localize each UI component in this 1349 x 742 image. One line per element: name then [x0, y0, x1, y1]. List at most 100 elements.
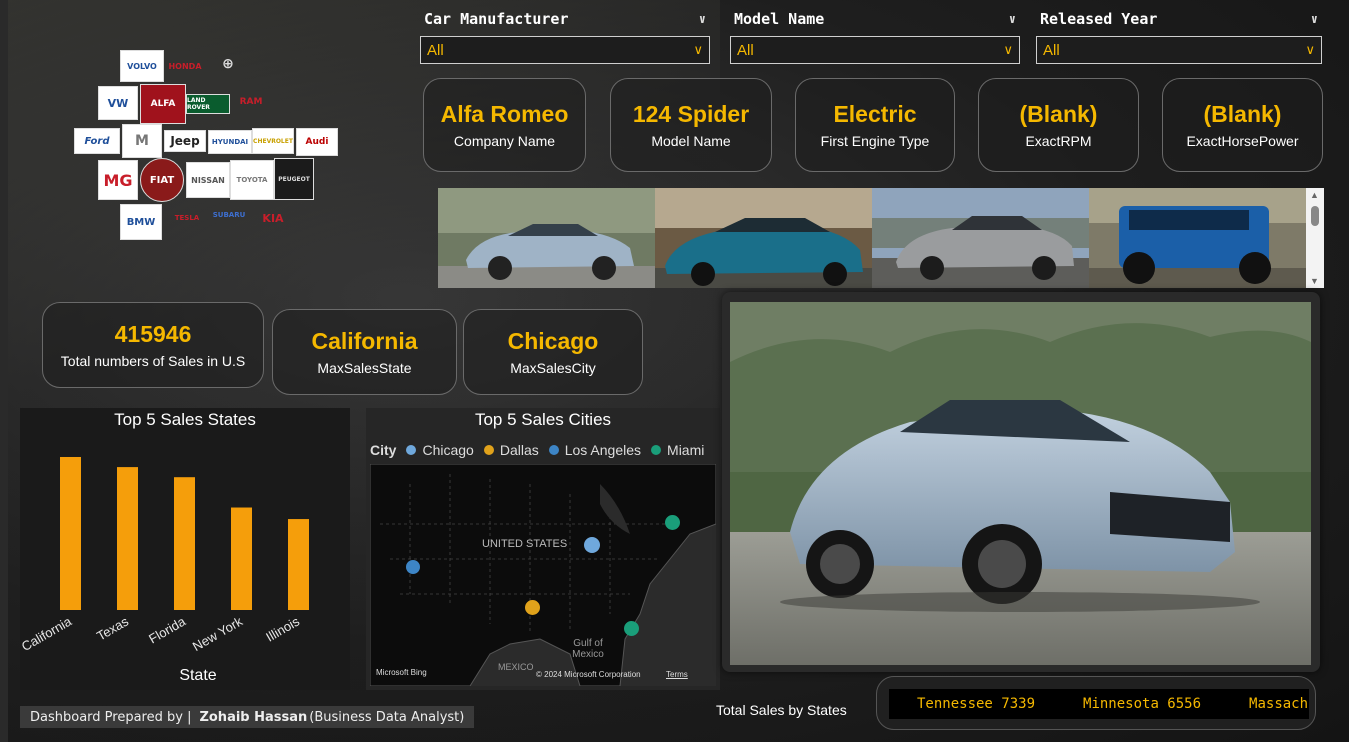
- kpi-value: Chicago: [507, 327, 599, 354]
- kpi-label: Model Name: [651, 133, 731, 150]
- chevron-down-icon[interactable]: ∨: [699, 12, 706, 26]
- nissan-logo: NISSAN: [186, 162, 230, 198]
- us-map: [370, 464, 716, 686]
- x-axis-title: State: [179, 667, 216, 684]
- map-country-label: UNITED STATES: [482, 538, 568, 550]
- toyota-logo: TOYOTA: [230, 160, 274, 200]
- scroll-up-icon[interactable]: ▲: [1310, 190, 1319, 200]
- ford-logo: Ford: [74, 128, 120, 154]
- volvo-logo: VOLVO: [120, 50, 164, 82]
- car-photo-silver-sedan: [438, 188, 655, 288]
- chevron-down-icon[interactable]: ∨: [1311, 12, 1318, 26]
- mg-logo: MG: [98, 160, 138, 200]
- kpi-value: Alfa Romeo: [440, 100, 569, 127]
- year-dropdown[interactable]: All ∨: [1036, 36, 1322, 64]
- car-photo-grey-sedan: [872, 188, 1089, 288]
- legend-item[interactable]: Los Angeles: [565, 442, 641, 458]
- kpi-label: MaxSalesState: [317, 360, 412, 377]
- car-thumbnail[interactable]: [655, 188, 872, 288]
- strip-scrollbar[interactable]: ▲ ▼: [1306, 188, 1324, 288]
- dropdown-value: All: [737, 41, 754, 59]
- kpi-label: MaxSalesCity: [510, 360, 596, 377]
- bar-texas[interactable]: [117, 467, 138, 610]
- scroll-down-icon[interactable]: ▼: [1310, 276, 1319, 286]
- ticker-item: Minnesota 6556: [1083, 696, 1202, 712]
- map-point-east[interactable]: [665, 515, 680, 530]
- legend-item[interactable]: Miami: [667, 442, 704, 458]
- scroll-thumb[interactable]: [1311, 206, 1319, 226]
- map-legend: City Chicago Dallas Los Angeles Miami ▷: [370, 440, 749, 460]
- model-dropdown[interactable]: All ∨: [730, 36, 1020, 64]
- legend-dot-dallas: [483, 445, 494, 455]
- featured-car-photo: [730, 302, 1311, 665]
- car-photo-blue-jeep: [1089, 188, 1306, 288]
- background-stripe: [0, 0, 8, 742]
- kpi-value: (Blank): [1203, 100, 1282, 127]
- kpi-engine-type: Electric First Engine Type: [795, 78, 955, 172]
- slicer-header: Released Year ∨: [1036, 8, 1322, 30]
- ticker-item: Massachu: [1249, 696, 1309, 712]
- legend-title: City: [370, 442, 397, 458]
- volkswagen-logo: VW: [98, 86, 138, 120]
- bar-new-york[interactable]: [231, 507, 252, 610]
- legend-dot-chicago: [406, 445, 417, 455]
- slicer-title: Car Manufacturer: [424, 10, 569, 28]
- peugeot-logo: PEUGEOT: [274, 158, 314, 200]
- audi-logo: Audi: [296, 128, 338, 156]
- bing-logo: Microsoft Bing: [376, 668, 427, 677]
- car-thumbnail[interactable]: [1089, 188, 1306, 288]
- kpi-max-sales-city: Chicago MaxSalesCity: [463, 309, 643, 395]
- bar-california[interactable]: [60, 456, 81, 610]
- kpi-total-sales: 415946 Total numbers of Sales in U.S: [42, 302, 264, 388]
- map-point-miami[interactable]: [624, 621, 639, 636]
- x-tick-label: Illinois: [263, 613, 302, 644]
- slicer-model-name[interactable]: Model Name ∨ All ∨: [730, 8, 1020, 66]
- x-tick-label: California: [20, 613, 75, 654]
- ticker-item: Tennessee 7339: [917, 696, 1036, 712]
- kpi-exact-rpm: (Blank) ExactRPM: [978, 78, 1139, 172]
- kpi-value: 415946: [114, 320, 192, 347]
- map-canvas[interactable]: UNITED STATES Gulf of Mexico MEXICO Micr…: [370, 464, 716, 686]
- map-copyright: © 2024 Microsoft Corporation: [536, 670, 641, 679]
- map-point-chicago[interactable]: [584, 537, 600, 553]
- hyundai-logo: HYUNDAI: [208, 130, 252, 154]
- kpi-label: First Engine Type: [820, 133, 930, 150]
- chevron-down-icon: ∨: [693, 42, 703, 57]
- featured-car-image: [730, 302, 1311, 665]
- kpi-model-name: 124 Spider Model Name: [610, 78, 772, 172]
- map-point-los-angeles[interactable]: [406, 560, 420, 574]
- car-image-strip[interactable]: ▲ ▼: [438, 188, 1324, 288]
- legend-item[interactable]: Chicago: [422, 442, 473, 458]
- legend-dot-los-angeles: [548, 445, 559, 455]
- honda-logo: HONDA: [168, 61, 202, 71]
- kpi-max-sales-state: California MaxSalesState: [272, 309, 457, 395]
- kia-logo: KIA: [262, 211, 284, 225]
- car-thumbnail[interactable]: [438, 188, 655, 288]
- fiat-logo: FIAT: [140, 158, 184, 202]
- brand-logos: VOLVO HONDA ⊕ VW ALFA LAND ROVER RAM For…: [74, 48, 344, 243]
- chevron-down-icon[interactable]: ∨: [1009, 12, 1016, 26]
- alfa-romeo-logo: ALFA: [140, 84, 186, 124]
- manufacturer-dropdown[interactable]: All ∨: [420, 36, 710, 64]
- kpi-value: Electric: [833, 100, 917, 127]
- bar-illinois[interactable]: [288, 519, 309, 610]
- map-terms-link[interactable]: Terms: [666, 670, 688, 679]
- map-point-dallas[interactable]: [525, 600, 540, 615]
- map-title: Top 5 Sales Cities: [474, 410, 612, 429]
- x-tick-label: New York: [190, 613, 245, 654]
- kpi-label: ExactRPM: [1025, 133, 1092, 150]
- legend-item[interactable]: Dallas: [500, 442, 539, 458]
- slicer-released-year[interactable]: Released Year ∨ All ∨: [1036, 8, 1322, 66]
- ticker-label: Total Sales by States: [716, 702, 847, 718]
- bar-florida[interactable]: [174, 477, 195, 610]
- map-mexico-label: MEXICO: [498, 662, 534, 672]
- slicer-car-manufacturer[interactable]: Car Manufacturer ∨ All ∨: [420, 8, 710, 66]
- kpi-value: 124 Spider: [632, 100, 750, 127]
- car-thumbnail[interactable]: [872, 188, 1089, 288]
- ticker-track: Tennessee 7339 Minnesota 6556 Massachu: [889, 689, 1309, 719]
- bmw-logo: BMW: [120, 204, 162, 240]
- kpi-value: California: [311, 327, 418, 354]
- footer-credit: Dashboard Prepared by | Zohaib Hassan (B…: [20, 706, 475, 728]
- footer-name: Zohaib Hassan: [199, 709, 308, 725]
- car-photo-teal-sedan: [655, 188, 872, 288]
